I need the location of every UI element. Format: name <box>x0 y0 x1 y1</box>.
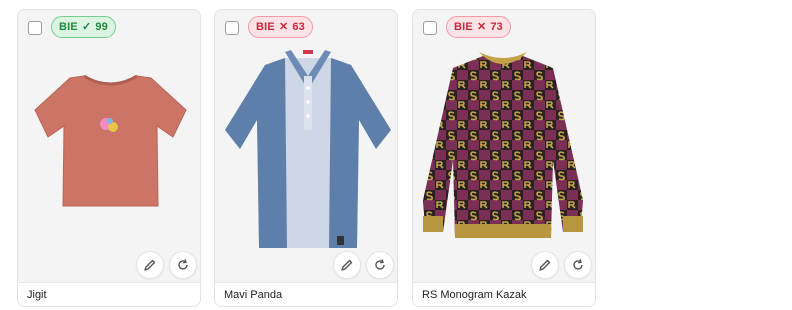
refresh-icon <box>178 259 188 270</box>
refresh-icon <box>573 259 583 270</box>
product-image <box>413 10 595 291</box>
status-badge: BIE ✕ 63 <box>248 16 313 38</box>
close-icon: ✕ <box>476 21 487 33</box>
product-name: Mavi Panda <box>215 282 397 306</box>
check-icon: ✓ <box>81 21 92 33</box>
refresh-button[interactable] <box>366 251 394 279</box>
product-card[interactable]: BIE ✕ 63 Mavi Panda <box>214 9 398 307</box>
pencil-icon <box>539 259 551 271</box>
pencil-icon <box>144 259 156 271</box>
product-grid: BIE ✓ 99 Jigit BIE ✕ 63 Mavi Panda BIE ✕… <box>0 0 792 310</box>
edit-button[interactable] <box>531 251 559 279</box>
status-badge: BIE ✕ 73 <box>446 16 511 38</box>
badge-label: BIE <box>454 21 473 33</box>
badge-label: BIE <box>256 21 275 33</box>
product-image <box>215 10 397 291</box>
close-icon: ✕ <box>278 21 289 33</box>
select-checkbox[interactable] <box>423 21 437 35</box>
pencil-icon <box>341 259 353 271</box>
product-name: Jigit <box>18 282 200 306</box>
badge-score: 99 <box>95 21 108 33</box>
select-checkbox[interactable] <box>225 21 239 35</box>
edit-button[interactable] <box>136 251 164 279</box>
badge-score: 63 <box>292 21 305 33</box>
badge-score: 73 <box>490 21 503 33</box>
refresh-icon <box>375 259 385 270</box>
product-card[interactable]: BIE ✕ 73 RS Monogram Kazak <box>412 9 596 307</box>
edit-button[interactable] <box>333 251 361 279</box>
select-checkbox[interactable] <box>28 21 42 35</box>
product-name: RS Monogram Kazak <box>413 282 595 306</box>
refresh-button[interactable] <box>564 251 592 279</box>
product-card[interactable]: BIE ✓ 99 Jigit <box>17 9 201 307</box>
product-image <box>18 10 200 291</box>
badge-label: BIE <box>59 21 78 33</box>
status-badge: BIE ✓ 99 <box>51 16 116 38</box>
refresh-button[interactable] <box>169 251 197 279</box>
